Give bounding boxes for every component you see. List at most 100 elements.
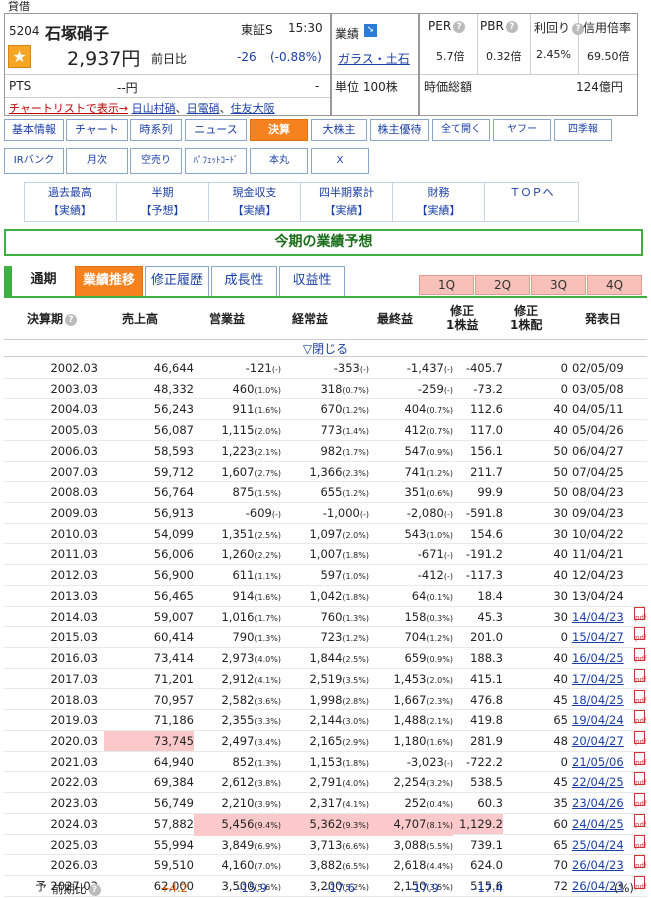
tab-expand-all[interactable]: 全て開く — [432, 119, 490, 141]
tab-ir-bank[interactable]: IRバンク — [4, 148, 64, 174]
tab-perfect-code[interactable]: ﾊﾟﾌｪｯﾄｺｰﾄﾞ — [185, 148, 247, 174]
subnav-quarterly[interactable]: 四半期累計 【実績】 — [301, 183, 393, 221]
collapse-toggle[interactable]: ▽閉じる — [4, 340, 647, 357]
tab-benefits[interactable]: 株主優待 — [370, 119, 429, 141]
cell-announce-date-link[interactable]: 19/04/24 — [572, 710, 632, 730]
cell-announce-date-link[interactable]: 24/04/25 — [572, 814, 632, 834]
cell-ordinary: 2,165(2.9%) — [309, 733, 369, 748]
quarter-tab-1q[interactable]: 1Q — [419, 275, 474, 295]
tab-monthly[interactable]: 月次 — [66, 148, 128, 174]
cell-announce-date-link[interactable]: 21/05/06 — [572, 752, 632, 772]
pdf-icon[interactable]: pdf — [634, 648, 646, 663]
cell-announce-date-link[interactable]: 17/04/25 — [572, 669, 632, 689]
table-row: 2013.03 56,465 914(1.6%) 1,042(1.8%) 64(0.1%… — [4, 586, 647, 607]
table-row: 2016.03 73,414 2,973(4.0%) 1,844(2.5%) 659(0… — [4, 648, 647, 669]
sector-link[interactable]: ガラス・土石 — [338, 50, 410, 67]
cell-announce-date-link[interactable]: 25/04/24 — [572, 835, 632, 855]
cell-sales: 56,243 — [153, 402, 194, 417]
pts-value: --円 — [117, 81, 138, 95]
cell-sales: 60,414 — [153, 630, 194, 645]
related-link-1[interactable]: 日山村硝 — [132, 102, 176, 115]
cell-sales: 57,882 — [153, 816, 194, 831]
cell-dps: 40 — [553, 568, 568, 583]
cell-announce-date-link[interactable]: 26/04/23 — [572, 855, 632, 875]
tab-shikiho[interactable]: 四季報 — [554, 119, 612, 141]
pdf-icon[interactable]: pdf — [634, 627, 646, 642]
cell-operating: -121(-) — [245, 361, 281, 375]
tab-full-year[interactable]: 通期 — [12, 266, 75, 296]
table-row: 2011.03 56,006 1,260(2.2%) 1,007(1.8%) -671(… — [4, 544, 647, 566]
pdf-icon[interactable]: pdf — [634, 772, 646, 787]
cell-operating: 1,016(1.7%) — [221, 609, 281, 624]
cell-sales: 54,099 — [153, 526, 194, 541]
cell-eps: 476.8 — [470, 692, 503, 707]
favorite-star-icon[interactable]: ★ — [8, 45, 31, 68]
cell-operating: 1,260(2.2%) — [221, 547, 281, 562]
trend-icon: ➘ — [364, 24, 377, 37]
pdf-icon[interactable]: pdf — [634, 813, 646, 829]
cell-announce-date-link[interactable]: 15/04/27 — [572, 627, 632, 647]
per-label: PER? — [428, 19, 466, 33]
table-row: 2017.03 71,201 2,912(4.1%) 2,519(3.5%) 1,453… — [4, 668, 647, 690]
cell-announce-date-link[interactable]: 16/04/25 — [572, 648, 632, 668]
quarter-tab-3q[interactable]: 3Q — [531, 275, 586, 295]
cell-announce-date-link[interactable]: 14/04/23 — [572, 607, 632, 627]
related-link-2[interactable]: 日電硝 — [187, 102, 220, 115]
tab-profitability[interactable]: 収益性 — [279, 266, 345, 296]
tab-performance-history[interactable]: 業績推移 — [75, 266, 143, 296]
yoy-operating: -15.9 — [237, 881, 267, 895]
cell-operating: 5,456(9.4%) — [194, 813, 281, 836]
tab-major-shareholders[interactable]: 大株主 — [311, 119, 367, 141]
tab-short-selling[interactable]: 空売り — [130, 148, 182, 174]
quarter-tab-4q[interactable]: 4Q — [587, 275, 642, 295]
subnav-financial[interactable]: 財務 【実績】 — [393, 183, 485, 221]
cell-announce-date-link[interactable]: 23/04/26 — [572, 793, 632, 813]
related-link-3[interactable]: 住友大阪 — [231, 102, 275, 115]
tab-revision-history[interactable]: 修正履歴 — [145, 266, 209, 296]
pdf-icon[interactable]: pdf — [634, 793, 646, 808]
cell-ordinary: 982(1.7%) — [320, 443, 369, 458]
pdf-icon[interactable]: pdf — [634, 730, 646, 746]
cell-period: 2003.03 — [50, 381, 98, 396]
pdf-icon[interactable]: pdf — [634, 689, 646, 705]
tab-basic-info[interactable]: 基本情報 — [4, 119, 64, 141]
table-row: 2012.03 56,900 611(1.1%) 597(1.0%) -412(-) -1… — [4, 565, 647, 586]
tab-growth[interactable]: 成長性 — [211, 266, 277, 296]
cell-ordinary: 773(1.4%) — [320, 423, 369, 438]
tab-yahoo[interactable]: ヤフー — [493, 119, 551, 141]
cell-eps: -191.2 — [465, 547, 503, 562]
pdf-icon[interactable]: pdf — [634, 606, 646, 622]
tab-news[interactable]: ニュース — [185, 119, 247, 141]
cell-announce-date-link[interactable]: 22/04/25 — [572, 772, 632, 792]
cell-sales: 58,593 — [153, 443, 194, 458]
cell-dps: 0 — [560, 381, 568, 396]
table-row: 2014.03 59,007 1,016(1.7%) 760(1.3%) 158(0.3… — [4, 606, 647, 628]
pdf-icon[interactable]: pdf — [634, 710, 646, 725]
cell-announce-date-link[interactable]: 20/04/27 — [572, 731, 632, 751]
chartlist-link[interactable]: チャートリストで表示→ — [9, 102, 128, 115]
tab-chart[interactable]: チャート — [66, 119, 128, 141]
tab-x[interactable]: X — [311, 148, 369, 174]
pdf-icon[interactable]: pdf — [634, 668, 646, 684]
yoy-unit: (%) — [614, 881, 634, 895]
subnav-record-high[interactable]: 過去最高 【実績】 — [24, 183, 117, 221]
table-row: 2019.03 71,186 2,355(3.3%) 2,144(3.0%) 1,488… — [4, 710, 647, 731]
subnav-top[interactable]: ＴＯＰへ — [485, 183, 579, 221]
cell-dps: 40 — [553, 547, 568, 562]
pdf-icon[interactable]: pdf — [634, 834, 646, 850]
cell-sales: 70,957 — [153, 692, 194, 707]
cell-dps: 30 — [553, 609, 568, 624]
yield-label: 利回り? — [534, 19, 585, 36]
tab-honmaru[interactable]: 本丸 — [250, 148, 308, 174]
subnav-half-year[interactable]: 半期 【予想】 — [117, 183, 209, 221]
cell-ordinary: 760(1.3%) — [320, 609, 369, 624]
tab-timeseries[interactable]: 時系列 — [130, 119, 182, 141]
pdf-icon[interactable]: pdf — [634, 855, 646, 870]
tab-results[interactable]: 決算 — [250, 119, 308, 141]
cell-ordinary: 3,882(6.5%) — [309, 858, 369, 873]
cell-announce-date-link[interactable]: 18/04/25 — [572, 690, 632, 710]
cell-ordinary: 1,844(2.5%) — [309, 651, 369, 666]
subnav-cashflow[interactable]: 現金収支 【実績】 — [209, 183, 301, 221]
quarter-tab-2q[interactable]: 2Q — [475, 275, 530, 295]
pdf-icon[interactable]: pdf — [634, 751, 646, 767]
